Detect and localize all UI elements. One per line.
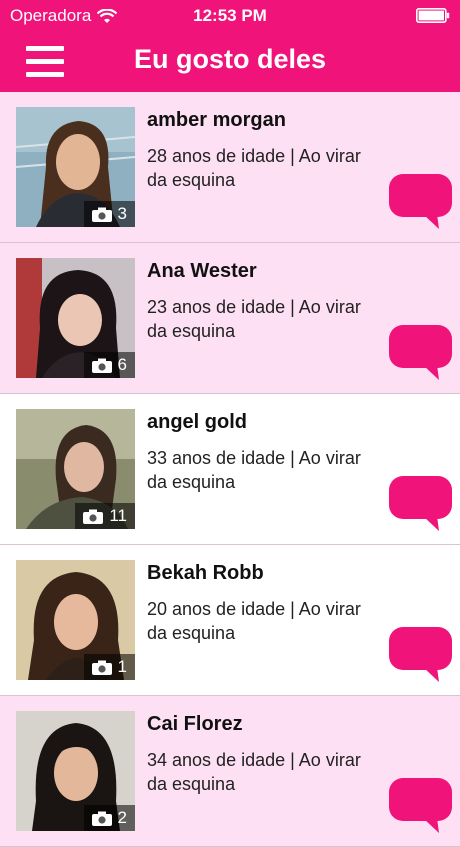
profile-photo[interactable]: 1: [16, 560, 135, 680]
list-item[interactable]: 11 angel gold 33 anos de idade | Ao vira…: [0, 394, 460, 545]
chat-bubble-icon[interactable]: [389, 325, 452, 381]
camera-icon: [83, 509, 104, 524]
profile-photo[interactable]: 2: [16, 711, 135, 831]
chat-bubble-icon[interactable]: [389, 627, 452, 683]
profile-name: Ana Wester: [147, 260, 257, 282]
profile-description: 28 anos de idade | Ao virar da esquina: [147, 146, 361, 190]
photo-count-badge: 11: [75, 503, 135, 529]
photo-count: 1: [117, 657, 127, 676]
photo-count-badge: 1: [83, 654, 135, 680]
chat-bubble-icon[interactable]: [389, 476, 452, 532]
chat-bubble-icon[interactable]: [389, 174, 452, 230]
profile-list: 3 amber morgan 28 anos de idade | Ao vir…: [0, 92, 460, 847]
photo-count: 3: [117, 204, 127, 223]
photo-count: 11: [109, 506, 127, 525]
list-item[interactable]: 6 Ana Wester 23 anos de idade | Ao virar…: [0, 243, 460, 394]
profile-name: Cai Florez: [147, 713, 243, 735]
profile-description: 33 anos de idade | Ao virar da esquina: [147, 448, 361, 492]
nav-bar: Eu gosto deles: [0, 32, 460, 92]
profile-photo[interactable]: 11: [16, 409, 135, 529]
profile-name: Bekah Robb: [147, 562, 264, 584]
profile-description: 23 anos de idade | Ao virar da esquina: [147, 297, 361, 341]
photo-count: 6: [117, 355, 127, 374]
battery-icon: [416, 8, 450, 23]
photo-count-badge: 2: [83, 805, 135, 831]
camera-icon: [91, 358, 112, 373]
camera-icon: [91, 207, 112, 222]
profile-name: angel gold: [147, 411, 247, 433]
status-bar: Operadora 12:53 PM: [0, 0, 460, 32]
profile-description: 20 anos de idade | Ao virar da esquina: [147, 599, 361, 643]
camera-icon: [91, 811, 112, 826]
profile-photo[interactable]: 6: [16, 258, 135, 378]
photo-count-badge: 3: [83, 201, 135, 227]
photo-count: 2: [117, 808, 127, 827]
chat-bubble-icon[interactable]: [389, 778, 452, 834]
profile-name: amber morgan: [147, 109, 286, 131]
list-item[interactable]: 1 Bekah Robb 20 anos de idade | Ao virar…: [0, 545, 460, 696]
list-item[interactable]: 3 amber morgan 28 anos de idade | Ao vir…: [0, 92, 460, 243]
photo-count-badge: 6: [83, 352, 135, 378]
page-title: Eu gosto deles: [133, 44, 327, 74]
profile-description: 34 anos de idade | Ao virar da esquina: [147, 750, 361, 794]
profile-photo[interactable]: 3: [16, 107, 135, 227]
status-time: 12:53 PM: [193, 6, 267, 25]
list-item[interactable]: 2 Cai Florez 34 anos de idade | Ao virar…: [0, 696, 460, 847]
camera-icon: [91, 660, 112, 675]
